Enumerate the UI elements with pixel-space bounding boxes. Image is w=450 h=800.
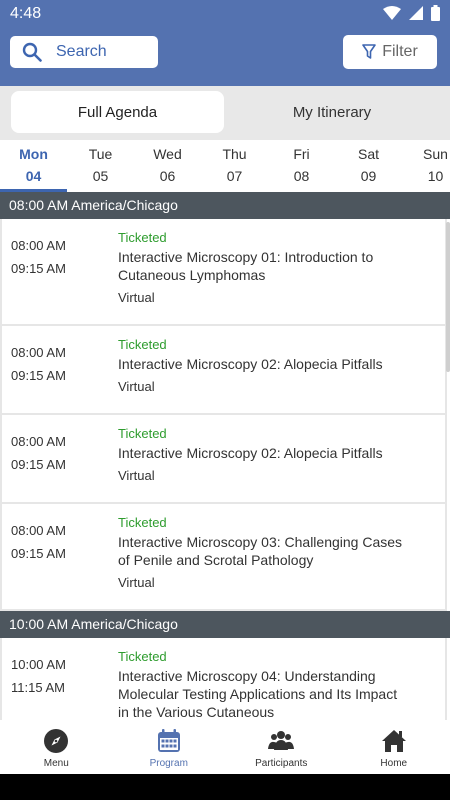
session-times: 08:00 AM 09:15 AM: [11, 430, 66, 476]
session-title: Interactive Microscopy 02: Alopecia Pitf…: [118, 445, 383, 461]
session-details: Ticketed Interactive Microscopy 04: Under…: [118, 648, 408, 720]
session-status: Ticketed: [118, 230, 167, 245]
status-icons: [383, 5, 440, 21]
system-nav-bar: [0, 774, 450, 800]
filter-button[interactable]: Filter: [343, 35, 437, 69]
agenda-screen: 4:48 Search Filter Full Agenda My Itiner…: [0, 0, 450, 800]
day-tab-date: 10: [427, 168, 444, 184]
day-tab-weekday: Thu: [222, 146, 247, 162]
filter-label: Filter: [382, 43, 418, 60]
bottom-nav: Menu Program Participants Home: [0, 720, 450, 774]
session-location: Virtual: [118, 290, 155, 305]
session-list[interactable]: 08:00 AM America/Chicago 08:00 AM 09:15 AM…: [0, 192, 450, 720]
nav-participants[interactable]: Participants: [225, 720, 338, 774]
session-details: Ticketed Interactive Microscopy 02: Alope…: [118, 336, 408, 396]
day-tab-date: 08: [293, 168, 310, 184]
search-input[interactable]: Search: [10, 36, 158, 68]
day-tab[interactable]: Thu 07: [201, 140, 268, 192]
nav-program[interactable]: Program: [113, 720, 226, 774]
session-location: Virtual: [118, 468, 155, 483]
filter-icon: [362, 44, 377, 59]
day-tab-weekday: Mon: [19, 146, 48, 162]
session-row[interactable]: 08:00 AM 09:15 AM Ticketed Interactive Micr…: [0, 415, 447, 504]
time-group-header: 10:00 AM America/Chicago: [0, 611, 450, 638]
session-status: Ticketed: [118, 515, 167, 530]
session-row[interactable]: 08:00 AM 09:15 AM Ticketed Interactive Micr…: [0, 326, 447, 415]
session-title: Interactive Microscopy 03: Challenging C…: [118, 534, 403, 568]
status-time: 4:48: [10, 5, 42, 22]
tab-full-agenda[interactable]: Full Agenda: [11, 91, 224, 133]
session-end-time: 09:15 AM: [11, 457, 66, 472]
session-location: Virtual: [118, 379, 155, 394]
session-row[interactable]: 10:00 AM 11:15 AM Ticketed Interactive Micr…: [0, 638, 447, 720]
session-end-time: 09:15 AM: [11, 368, 66, 383]
battery-icon: [431, 5, 440, 21]
session-title: Interactive Microscopy 04: Understanding…: [118, 668, 398, 720]
home-icon: [381, 730, 406, 752]
agenda-segment-control: Full Agenda My Itinerary: [0, 86, 450, 140]
session-end-time: 09:15 AM: [11, 546, 66, 561]
nav-participants-label: Participants: [255, 758, 308, 769]
session-details: Ticketed Interactive Microscopy 02: Alope…: [118, 425, 408, 485]
day-tab-weekday: Sun: [423, 146, 448, 162]
day-tab[interactable]: Sun 10: [402, 140, 450, 192]
app-header: 4:48 Search Filter: [0, 0, 450, 86]
session-status: Ticketed: [118, 337, 167, 352]
session-location: Virtual: [118, 575, 155, 590]
compass-icon: [44, 729, 69, 753]
nav-home-label: Home: [380, 758, 408, 769]
session-row[interactable]: 08:00 AM 09:15 AM Ticketed Interactive Micr…: [0, 219, 447, 326]
day-tab-date: 09: [360, 168, 377, 184]
time-group-header: 08:00 AM America/Chicago: [0, 192, 450, 219]
wifi-icon: [383, 6, 401, 20]
session-status: Ticketed: [118, 426, 167, 441]
day-tab-date: 04: [25, 168, 42, 184]
session-start-time: 08:00 AM: [11, 238, 66, 253]
day-tab[interactable]: Sat 09: [335, 140, 402, 192]
session-title: Interactive Microscopy 01: Introduction …: [118, 249, 374, 283]
session-row[interactable]: 08:00 AM 09:15 AM Ticketed Interactive Micr…: [0, 504, 447, 611]
session-times: 08:00 AM 09:15 AM: [11, 341, 66, 387]
day-tabs: Mon 04 Tue 05 Wed 06 Thu 07 Fri 08 Sat 09 Sun 10: [0, 140, 450, 192]
day-tab-weekday: Fri: [293, 146, 310, 162]
day-tab-date: 05: [92, 168, 109, 184]
session-end-time: 09:15 AM: [11, 261, 66, 276]
day-tab-date: 06: [159, 168, 176, 184]
session-end-time: 11:15 AM: [11, 680, 65, 695]
session-start-time: 10:00 AM: [11, 657, 66, 672]
session-details: Ticketed Interactive Microscopy 03: Chall…: [118, 514, 408, 592]
day-tab[interactable]: Wed 06: [134, 140, 201, 192]
day-tab-weekday: Wed: [153, 146, 182, 162]
status-bar: 4:48: [0, 0, 450, 28]
nav-menu[interactable]: Menu: [0, 720, 113, 774]
session-times: 08:00 AM 09:15 AM: [11, 234, 66, 280]
day-tab[interactable]: Mon 04: [0, 140, 67, 192]
day-tab[interactable]: Fri 08: [268, 140, 335, 192]
day-tab-weekday: Sat: [357, 146, 379, 162]
session-start-time: 08:00 AM: [11, 345, 66, 360]
session-title: Interactive Microscopy 02: Alopecia Pitf…: [118, 356, 383, 372]
signal-icon: [409, 6, 423, 20]
day-tab-date: 07: [226, 168, 243, 184]
calendar-icon: [157, 729, 180, 752]
session-status: Ticketed: [118, 649, 167, 664]
session-times: 10:00 AM 11:15 AM: [11, 653, 66, 699]
session-times: 08:00 AM 09:15 AM: [11, 519, 66, 565]
session-details: Ticketed Interactive Microscopy 01: Intro…: [118, 229, 408, 307]
search-placeholder: Search: [56, 43, 107, 60]
list-scrollbar[interactable]: [446, 222, 450, 372]
session-start-time: 08:00 AM: [11, 523, 66, 538]
session-start-time: 08:00 AM: [11, 434, 66, 449]
day-tab-weekday: Tue: [88, 146, 113, 162]
tab-my-itinerary[interactable]: My Itinerary: [224, 91, 440, 133]
nav-menu-label: Menu: [43, 758, 69, 769]
nav-program-label: Program: [149, 758, 188, 769]
people-icon: [268, 731, 295, 750]
day-tab[interactable]: Tue 05: [67, 140, 134, 192]
search-icon: [22, 42, 42, 62]
nav-home[interactable]: Home: [338, 720, 450, 774]
